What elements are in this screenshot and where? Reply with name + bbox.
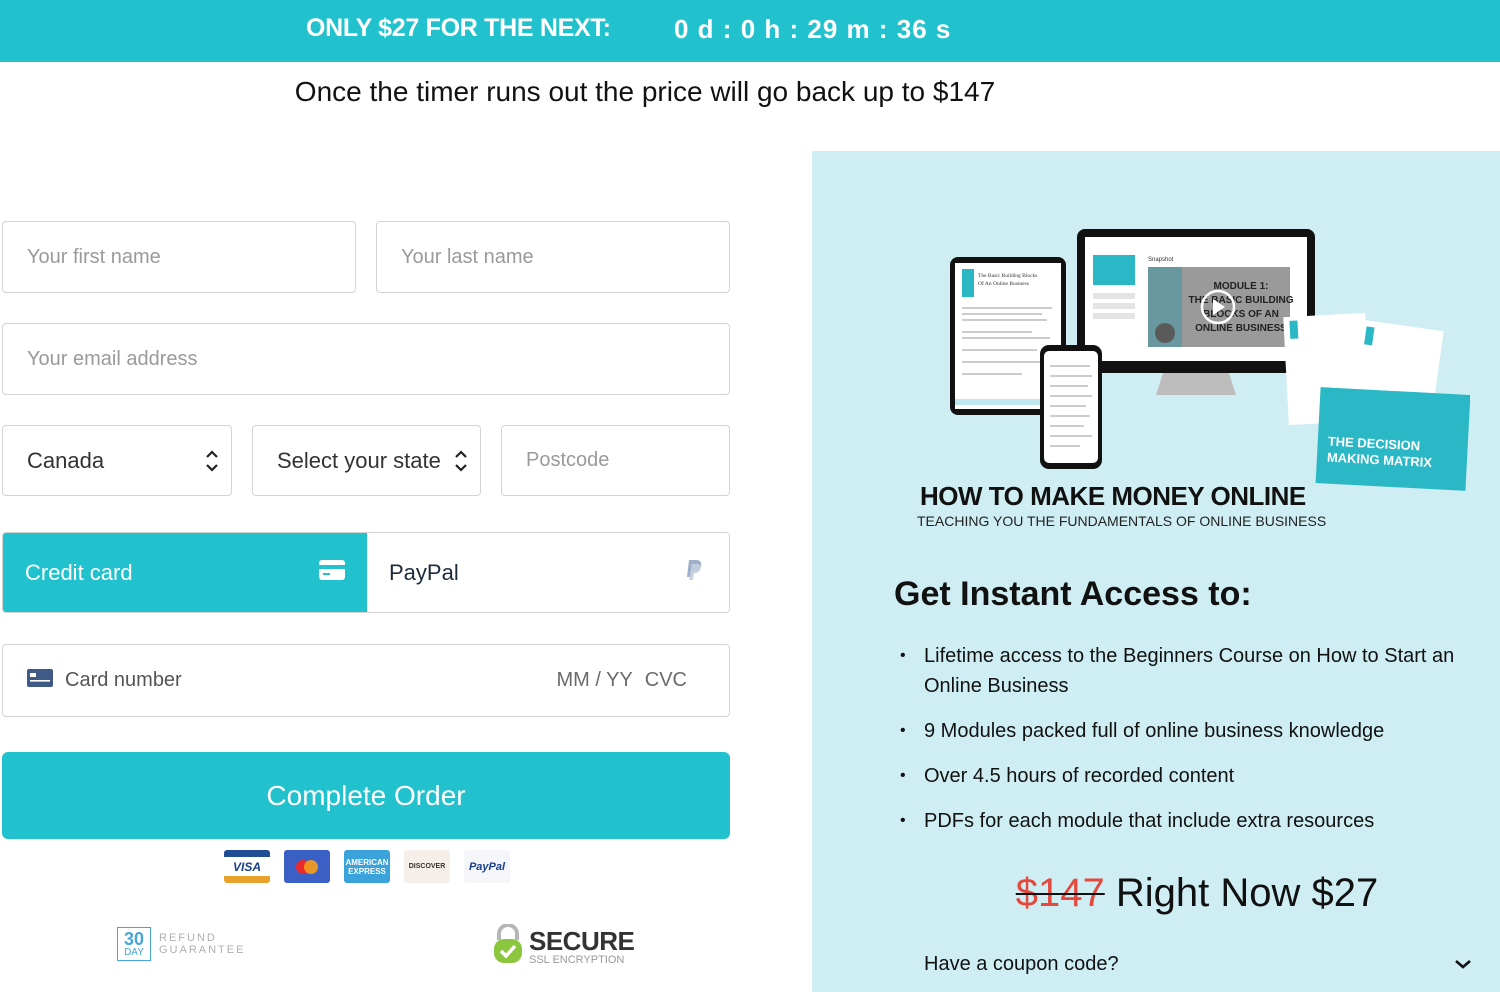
expiry-placeholder[interactable]: MM / YY bbox=[556, 669, 632, 692]
price-warning-text: Once the timer runs out the price will g… bbox=[294, 76, 996, 107]
svg-text:Of An Online Business: Of An Online Business bbox=[978, 280, 1029, 287]
email-field[interactable] bbox=[2, 323, 730, 395]
svg-text:The Basic Building Blocks: The Basic Building Blocks bbox=[978, 273, 1037, 279]
svg-text:ONLINE BUSINESS: ONLINE BUSINESS bbox=[1195, 323, 1287, 334]
price-line: $147 Right Now $27 bbox=[812, 871, 1500, 916]
timer-separator: : bbox=[714, 14, 741, 44]
timer-minutes: 29 m bbox=[807, 14, 871, 44]
product-title: HOW TO MAKE MONEY ONLINE bbox=[920, 481, 1306, 511]
tab-paypal[interactable]: PayPal bbox=[367, 533, 729, 612]
postcode-field[interactable] bbox=[501, 425, 730, 496]
email-input[interactable] bbox=[27, 347, 729, 371]
benefit-item: PDFs for each module that include extra … bbox=[900, 806, 1490, 836]
banner-offer-text: ONLY $27 FOR THE NEXT: bbox=[306, 14, 611, 42]
secure-subtitle: SSL ENCRYPTION bbox=[529, 953, 625, 966]
refund-unit: DAY bbox=[124, 947, 144, 958]
product-subtitle: TEACHING YOU THE FUNDAMENTALS OF ONLINE … bbox=[917, 513, 1327, 529]
visa-logo-icon: VISA bbox=[224, 850, 270, 883]
mastercard-logo-icon bbox=[284, 850, 330, 883]
cvc-placeholder[interactable]: CVC bbox=[645, 669, 687, 692]
chevron-down-icon bbox=[1454, 953, 1472, 976]
product-summary-panel: Snapshot MODULE 1: THE BASIC BUILDING BL… bbox=[812, 151, 1500, 992]
phone-mockup bbox=[1040, 345, 1102, 469]
benefit-item: Lifetime access to the Beginners Course … bbox=[900, 641, 1490, 701]
refund-line2: GUARANTEE bbox=[159, 944, 246, 956]
visa-label: VISA bbox=[232, 859, 261, 874]
refund-line1: REFUND bbox=[159, 932, 217, 944]
timer-seconds: 36 s bbox=[896, 14, 952, 44]
old-price: $147 bbox=[1015, 871, 1105, 915]
state-select[interactable]: Select your state bbox=[252, 425, 481, 496]
accepted-cards: VISA AMERICAN EXPRESS DISCOVER PayPal bbox=[224, 850, 510, 883]
30-day-icon: 30 DAY bbox=[117, 927, 151, 961]
coupon-label: Have a coupon code? bbox=[924, 953, 1119, 975]
country-value: Canada bbox=[27, 447, 105, 473]
countdown-timer: 0 d : 0 h : 29 m : 36 s bbox=[674, 14, 951, 45]
benefit-item: Over 4.5 hours of recorded content bbox=[900, 761, 1490, 791]
countdown-banner: ONLY $27 FOR THE NEXT: 0 d : 0 h : 29 m … bbox=[0, 0, 1500, 62]
timer-separator: : bbox=[870, 14, 897, 44]
benefit-item: 9 Modules packed full of online business… bbox=[900, 716, 1490, 746]
state-value: Select your state bbox=[277, 447, 441, 473]
paypal-logo-icon: PayPal bbox=[464, 850, 510, 883]
first-name-input[interactable] bbox=[27, 245, 355, 269]
amex-label: AMERICAN EXPRESS bbox=[345, 857, 389, 876]
tab-credit-card-label: Credit card bbox=[25, 559, 133, 585]
card-input-field[interactable]: Card number MM / YY CVC bbox=[2, 644, 730, 717]
postcode-input[interactable] bbox=[526, 449, 729, 472]
paypal-logo-label: PayPal bbox=[468, 860, 506, 873]
timer-hours: 0 h bbox=[740, 14, 782, 44]
discover-logo-icon: DISCOVER bbox=[404, 850, 450, 883]
select-arrows-icon bbox=[205, 449, 219, 473]
access-heading: Get Instant Access to: bbox=[894, 575, 1252, 613]
tab-paypal-label: PayPal bbox=[389, 559, 459, 585]
discover-label: DISCOVER bbox=[408, 863, 446, 870]
select-arrows-icon bbox=[454, 449, 468, 473]
first-name-field[interactable] bbox=[2, 221, 356, 293]
secure-title: SECURE bbox=[529, 925, 635, 956]
padlock-icon bbox=[493, 923, 523, 969]
amex-logo-icon: AMERICAN EXPRESS bbox=[344, 850, 390, 883]
complete-order-button[interactable]: Complete Order bbox=[2, 752, 730, 839]
monitor-mockup: Snapshot MODULE 1: THE BASIC BUILDING BL… bbox=[1077, 229, 1315, 395]
secure-ssl-badge: SECURE SSL ENCRYPTION bbox=[493, 923, 635, 969]
coupon-toggle[interactable]: Have a coupon code? bbox=[924, 953, 1472, 976]
refund-guarantee-badge: 30 DAY REFUND GUARANTEE bbox=[117, 927, 245, 961]
last-name-field[interactable] bbox=[376, 221, 730, 293]
paypal-icon bbox=[685, 559, 703, 587]
payment-method-tabs: Credit card PayPal bbox=[2, 532, 730, 613]
decision-matrix-card: THE DECISION MAKING MATRIX bbox=[1315, 387, 1471, 491]
current-price: Right Now $27 bbox=[1115, 871, 1379, 915]
refund-days: 30 bbox=[123, 929, 145, 949]
benefits-list: Lifetime access to the Beginners Course … bbox=[900, 641, 1490, 851]
credit-card-icon bbox=[319, 559, 345, 586]
card-icon bbox=[27, 668, 53, 693]
last-name-input[interactable] bbox=[401, 245, 729, 269]
timer-days: 0 d bbox=[674, 14, 715, 44]
card-number-placeholder[interactable]: Card number bbox=[65, 669, 182, 692]
timer-separator: : bbox=[781, 14, 808, 44]
monitor-tab-text: Snapshot bbox=[1148, 257, 1174, 263]
country-select[interactable]: Canada bbox=[2, 425, 232, 496]
tab-credit-card[interactable]: Credit card bbox=[3, 533, 367, 612]
